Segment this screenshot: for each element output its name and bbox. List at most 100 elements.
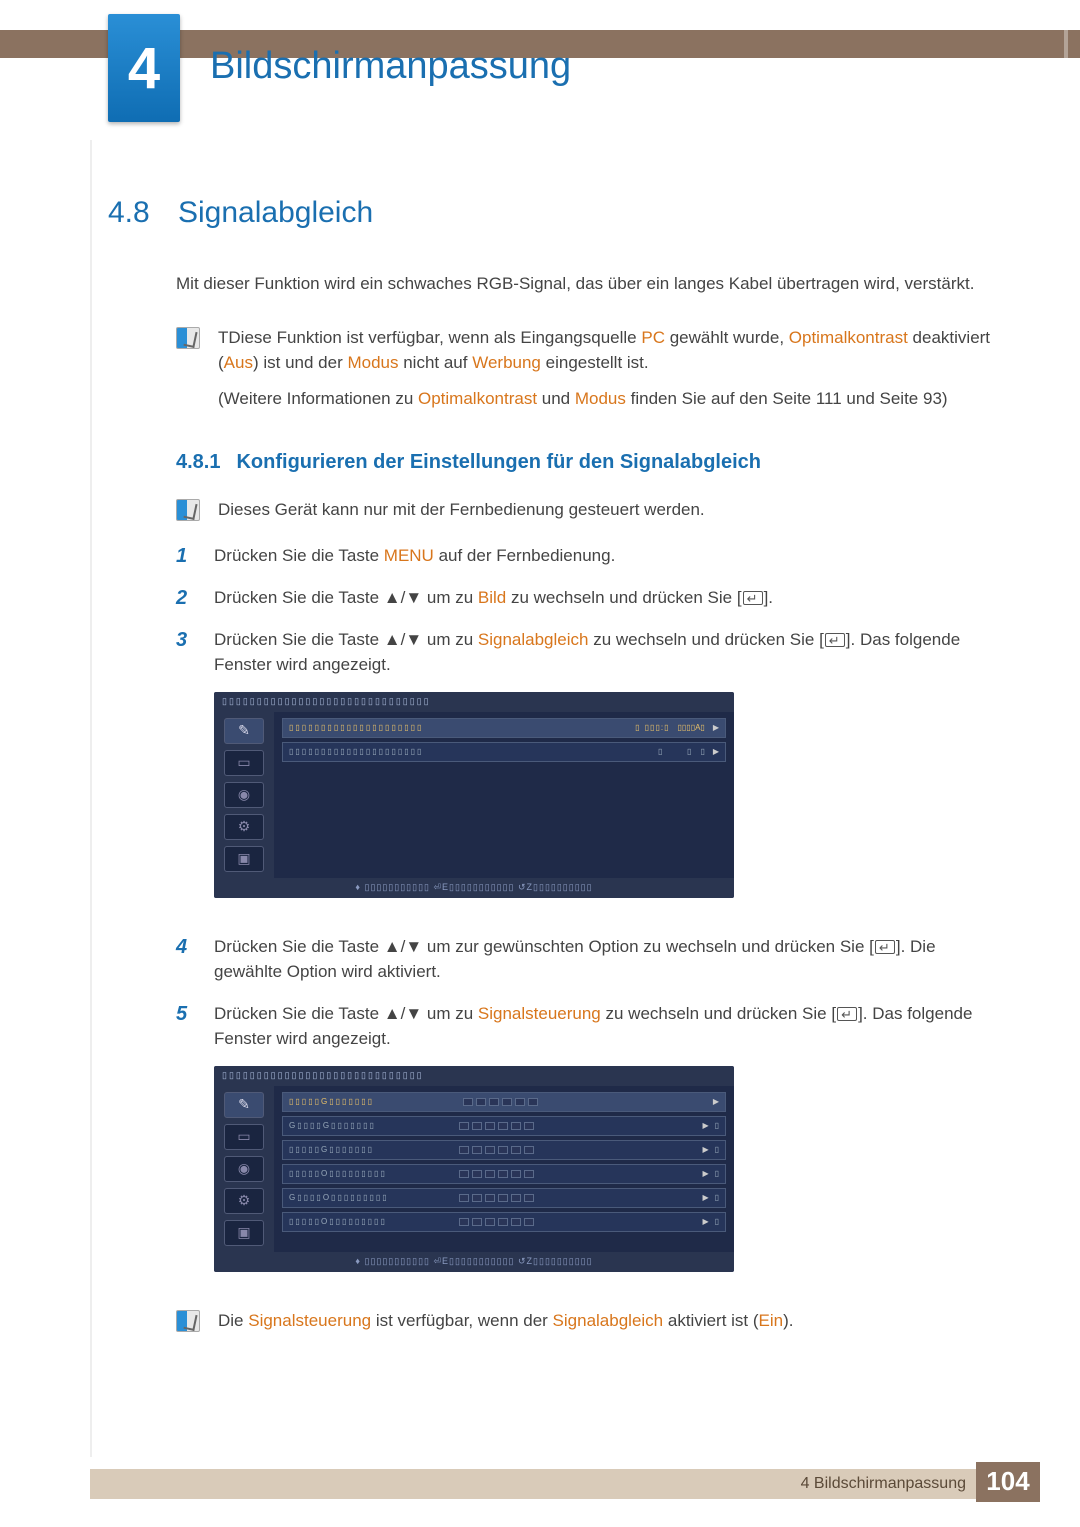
hl-ein: Ein [759, 1311, 784, 1330]
osd-row-value: ▯ [715, 1168, 719, 1180]
section-number: 4.8 [108, 190, 158, 235]
t: Die [218, 1311, 248, 1330]
arrow-right-icon: ▶ [702, 1168, 708, 1180]
step-text: Drücken Sie die Taste ▲/▼ um zur gewünsc… [214, 934, 1000, 985]
osd-row-value: ▯ [715, 1192, 719, 1204]
t: zu wechseln und drücken Sie [ [601, 1004, 836, 1023]
arrow-right-icon: ▶ [702, 1192, 708, 1204]
t: (Weitere Informationen zu [218, 389, 418, 408]
t: Drücken Sie die Taste [214, 546, 384, 565]
osd-sidebar-icon: ◉ [224, 1156, 264, 1182]
chapter-number-badge: 4 [108, 14, 180, 122]
note-icon [176, 327, 200, 349]
t: und [537, 389, 575, 408]
osd-row: ▯▯▯▯▯▯▯▯▯▯▯▯▯▯▯▯▯▯▯▯▯ ▯ ▯ ▯ ▶ [282, 742, 726, 762]
t: ▯ [700, 746, 704, 758]
t: ▯▯▯▯A▯ [677, 722, 704, 734]
osd-scale [459, 1122, 689, 1130]
osd-row: ▯▯▯▯▯▯▯▯▯▯▯▯▯▯▯▯▯▯▯▯▯ ▯ ▯▯▯:▯ ▯▯▯▯A▯ ▶ [282, 718, 726, 738]
subsection-heading: 4.8.1 Konfigurieren der Einstellungen fü… [176, 447, 1000, 477]
osd-row-label: ▯▯▯▯▯▯▯▯▯▯▯▯▯▯▯▯▯▯▯▯▯ [289, 722, 635, 734]
footer-bar: 4 Bildschirmanpassung 104 [90, 1469, 1040, 1499]
t: zu wechseln und drücken Sie [ [588, 630, 823, 649]
osd-row-value: ▯ [715, 1216, 719, 1228]
osd-main: ▯▯▯▯▯G▯▯▯▯▯▯▯▶G▯▯▯▯G▯▯▯▯▯▯▯▶ ▯▯▯▯▯▯G▯▯▯▯… [274, 1086, 734, 1252]
note-block-1: TDiese Funktion ist verfügbar, wenn als … [176, 325, 1000, 412]
osd-sidebar-icon: ▣ [224, 846, 264, 872]
hl-modus: Modus [575, 389, 626, 408]
note-block-2: Dieses Gerät kann nur mit der Fernbedien… [176, 497, 1000, 523]
hl-signalabgleich: Signalabgleich [553, 1311, 664, 1330]
section-heading: 4.8 Signalabgleich [108, 190, 1000, 235]
osd-sidebar-icon: ▣ [224, 1220, 264, 1246]
t: zu wechseln und drücken Sie [ [506, 588, 741, 607]
arrow-right-icon: ▶ [713, 722, 719, 734]
step-list: 1 Drücken Sie die Taste MENU auf der Fer… [176, 543, 1000, 1292]
hl-pc: PC [641, 328, 665, 347]
osd-row-value: ▯ [715, 1120, 719, 1132]
osd-sidebar-icon: ▭ [224, 1124, 264, 1150]
osd-row-label: G▯▯▯▯G▯▯▯▯▯▯▯ [289, 1120, 453, 1132]
step-5: 5 Drücken Sie die Taste ▲/▼ um zu Signal… [176, 1001, 1000, 1292]
osd-footer: ♦ ▯▯▯▯▯▯▯▯▯▯▯ ⏎E▯▯▯▯▯▯▯▯▯▯▯ ↺Z▯▯▯▯▯▯▯▯▯▯ [214, 878, 734, 898]
osd-sidebar-icon: ✎ [224, 1092, 264, 1118]
osd-scale [459, 1218, 689, 1226]
note-block-3: Die Signalsteuerung ist verfügbar, wenn … [176, 1308, 1000, 1334]
step-text: Drücken Sie die Taste ▲/▼ um zu Bild zu … [214, 585, 1000, 611]
osd-header: ▯▯▯▯▯▯▯▯▯▯▯▯▯▯▯▯▯▯▯▯▯▯▯▯▯▯▯▯▯▯ [214, 692, 734, 712]
osd-main: ▯▯▯▯▯▯▯▯▯▯▯▯▯▯▯▯▯▯▯▯▯ ▯ ▯▯▯:▯ ▯▯▯▯A▯ ▶ ▯… [274, 712, 734, 878]
step-number: 4 [176, 934, 196, 985]
osd-row: ▯▯▯▯▯O▯▯▯▯▯▯▯▯▯▶ ▯ [282, 1212, 726, 1232]
osd-scale [459, 1170, 689, 1178]
t: TDiese Funktion ist verfügbar, wenn als … [218, 328, 641, 347]
osd-sidebar-icon: ◉ [224, 782, 264, 808]
hl-modus: Modus [347, 353, 398, 372]
osd-scale [463, 1098, 699, 1106]
hl-signalsteuerung: Signalsteuerung [478, 1004, 601, 1023]
arrow-right-icon: ▶ [713, 746, 719, 758]
subsection-title: Konfigurieren der Einstellungen für den … [236, 447, 761, 477]
osd-sidebar: ✎ ▭ ◉ ⚙ ▣ [214, 1086, 274, 1252]
subsection-number: 4.8.1 [176, 447, 220, 477]
osd-row: G▯▯▯▯G▯▯▯▯▯▯▯▶ ▯ [282, 1116, 726, 1136]
step-text: Drücken Sie die Taste ▲/▼ um zu Signalst… [214, 1001, 1000, 1292]
arrow-right-icon: ▶ [702, 1216, 708, 1228]
note-icon [176, 1310, 200, 1332]
hl-menu: MENU [384, 546, 434, 565]
osd-scale [459, 1146, 689, 1154]
t: aktiviert ist ( [663, 1311, 758, 1330]
arrow-right-icon: ▶ [702, 1144, 708, 1156]
step-number: 5 [176, 1001, 196, 1292]
osd-footer: ♦ ▯▯▯▯▯▯▯▯▯▯▯ ⏎E▯▯▯▯▯▯▯▯▯▯▯ ↺Z▯▯▯▯▯▯▯▯▯▯ [214, 1252, 734, 1272]
hl-bild: Bild [478, 588, 506, 607]
t: Drücken Sie die Taste ▲/▼ um zur gewünsc… [214, 937, 874, 956]
osd-sidebar-icon: ✎ [224, 718, 264, 744]
step-1: 1 Drücken Sie die Taste MENU auf der Fer… [176, 543, 1000, 569]
osd-sidebar-icon: ⚙ [224, 814, 264, 840]
hl-aus: Aus [224, 353, 253, 372]
t: ist verfügbar, wenn der [371, 1311, 552, 1330]
step-4: 4 Drücken Sie die Taste ▲/▼ um zur gewün… [176, 934, 1000, 985]
step-text: Drücken Sie die Taste ▲/▼ um zu Signalab… [214, 627, 1000, 918]
osd-row: ▯▯▯▯▯G▯▯▯▯▯▯▯▶ ▯ [282, 1140, 726, 1160]
left-rule [90, 140, 92, 1457]
step-number: 3 [176, 627, 196, 918]
t: nicht auf [399, 353, 473, 372]
enter-icon [743, 591, 763, 605]
t: ) ist und der [253, 353, 348, 372]
t: ]. [764, 588, 773, 607]
step-2: 2 Drücken Sie die Taste ▲/▼ um zu Bild z… [176, 585, 1000, 611]
step-3: 3 Drücken Sie die Taste ▲/▼ um zu Signal… [176, 627, 1000, 918]
t: eingestellt ist. [541, 353, 649, 372]
osd-row: G▯▯▯▯O▯▯▯▯▯▯▯▯▯▶ ▯ [282, 1188, 726, 1208]
step-number: 2 [176, 585, 196, 611]
hl-optimalkontrast: Optimalkontrast [789, 328, 908, 347]
osd-screenshot-2: ▯▯▯▯▯▯▯▯▯▯▯▯▯▯▯▯▯▯▯▯▯▯▯▯▯▯▯▯▯ ✎ ▭ ◉ ⚙ ▣ … [214, 1066, 734, 1272]
osd-row-value: ▯ [662, 746, 692, 758]
osd-sidebar: ✎ ▭ ◉ ⚙ ▣ [214, 712, 274, 878]
chapter-title: Bildschirmanpassung [210, 38, 571, 95]
osd-sidebar-icon: ▭ [224, 750, 264, 776]
osd-row: ▯▯▯▯▯G▯▯▯▯▯▯▯▶ [282, 1092, 726, 1112]
note-text-2: Dieses Gerät kann nur mit der Fernbedien… [218, 497, 1000, 523]
page-content: 4.8 Signalabgleich Mit dieser Funktion w… [108, 190, 1000, 1353]
